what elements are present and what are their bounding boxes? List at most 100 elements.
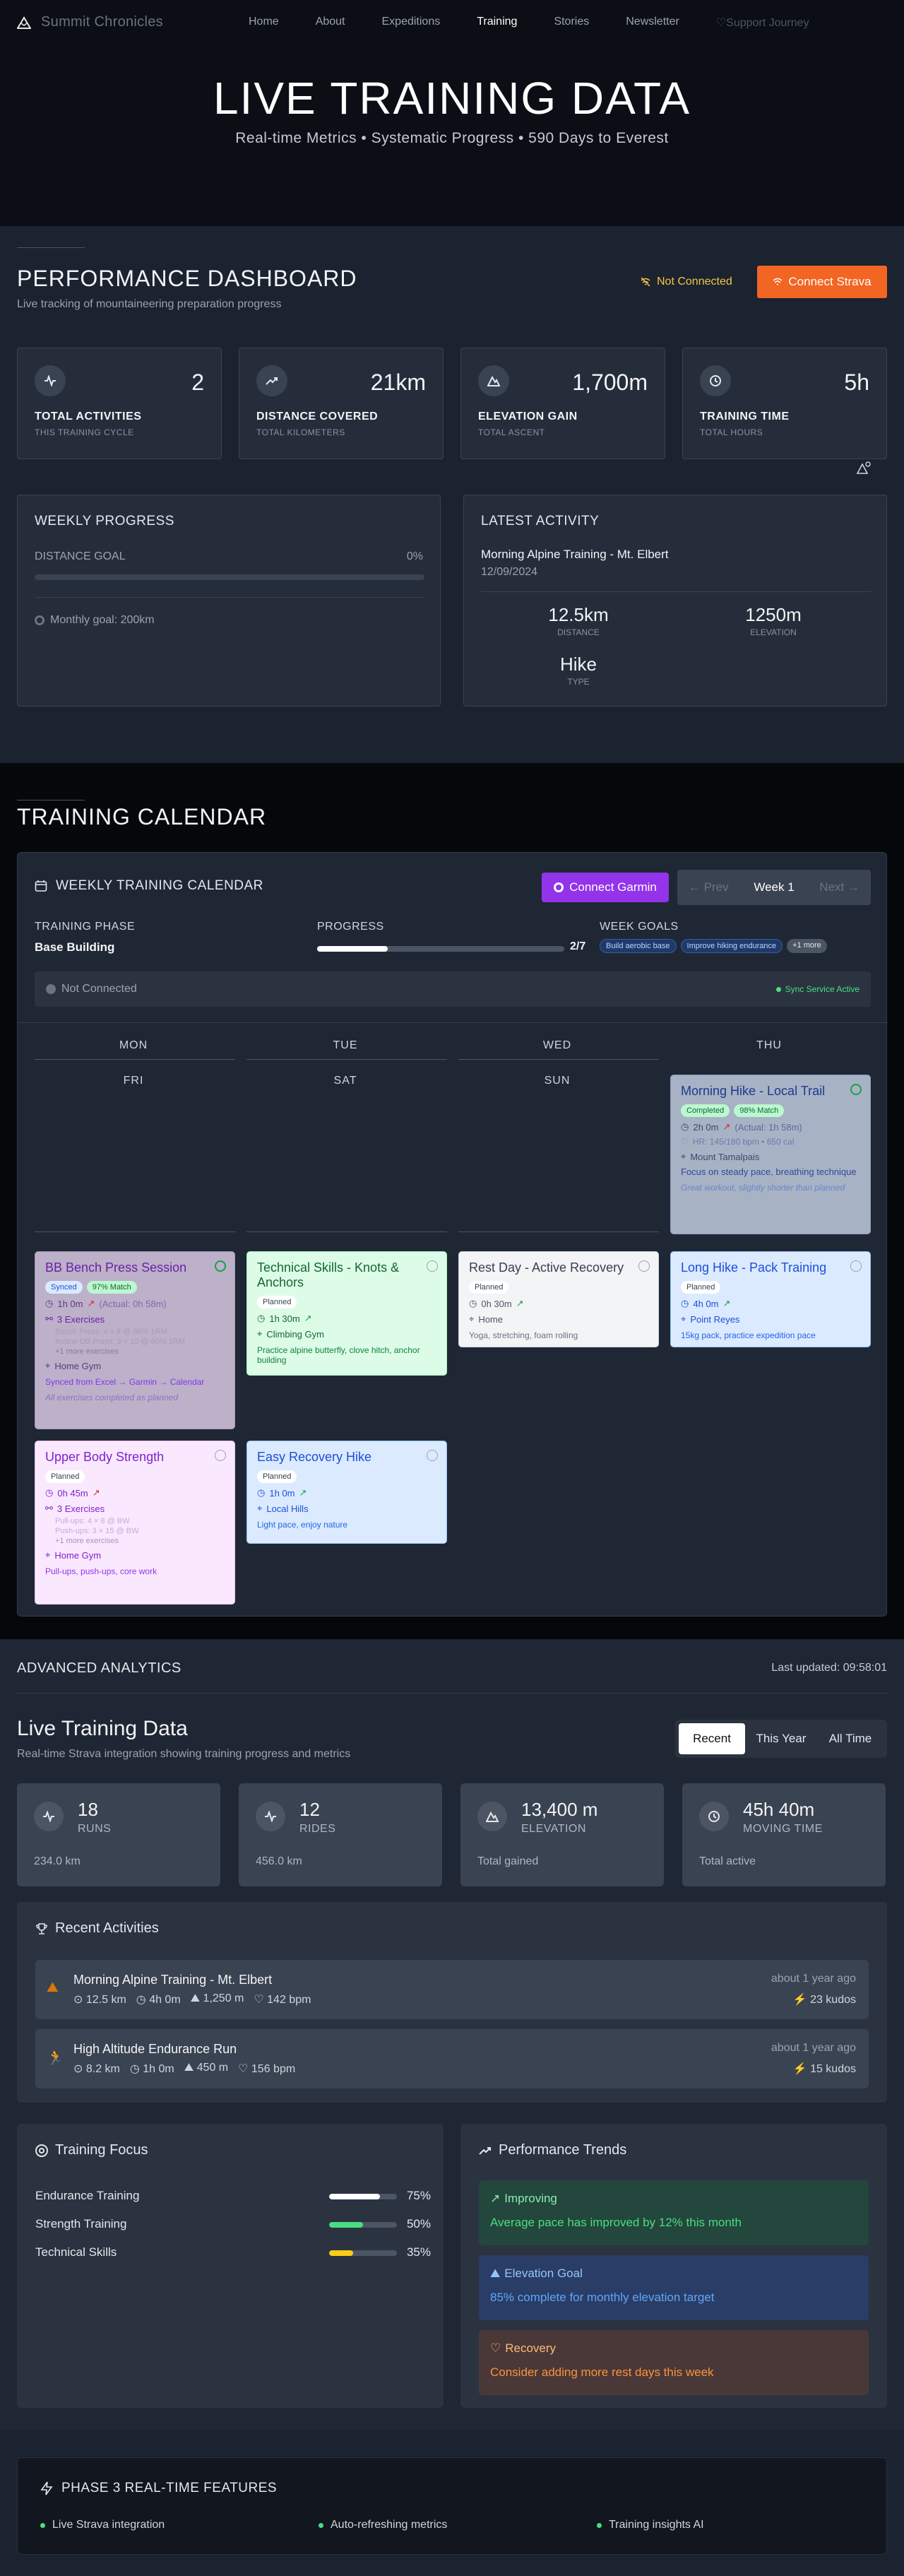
activity-row[interactable]: 🏃 High Altitude Endurance Run ⊙ 8.2 km ◷…	[35, 2029, 869, 2088]
checkbox-icon[interactable]	[427, 1260, 438, 1272]
workout-location: Climbing Gym	[266, 1328, 324, 1340]
performance-dashboard: PERFORMANCE DASHBOARD Live tracking of m…	[0, 226, 904, 763]
prev-week-button[interactable]: ← Prev	[689, 880, 729, 894]
day-thu: THU	[756, 1039, 782, 1051]
workout-title: Easy Recovery Hike	[257, 1450, 372, 1464]
tab-this-year[interactable]: This Year	[748, 1723, 814, 1754]
workout-card[interactable]: Easy Recovery Hike Planned ◷ 1h 0m ↗ ⌖ Loca…	[246, 1441, 447, 1544]
connect-garmin-button[interactable]: Connect Garmin	[542, 873, 669, 902]
workout-title: BB Bench Press Session	[45, 1260, 187, 1275]
monthly-goal-text: Monthly goal: 200km	[50, 614, 155, 626]
activity-heart-rate: ♡ 156 bpm	[238, 2063, 296, 2075]
workout-card[interactable]: Morning Hike - Local Trail Completed 98% …	[670, 1075, 871, 1234]
dumbbell-icon: ⚯	[45, 1313, 53, 1324]
workout-card[interactable]: Long Hike - Pack Training Planned ◷ 4h 0m…	[670, 1251, 871, 1347]
exercise-item: Bench Press: 4 × 8 @ 80% 1RM	[55, 1328, 167, 1336]
trend-desc: 85% complete for monthly elevation targe…	[490, 2291, 715, 2304]
nav-stories[interactable]: Stories	[554, 16, 589, 30]
stat-value: 21km	[370, 370, 426, 395]
more-exercises[interactable]: +1 more exercises	[45, 1347, 225, 1356]
latest-activity-card: LATEST ACTIVITY Morning Alpine Training …	[463, 495, 887, 707]
phase-label: TRAINING PHASE	[35, 921, 136, 933]
tab-recent[interactable]: Recent	[679, 1723, 745, 1754]
stat-label: RUNS	[78, 1823, 112, 1835]
more-exercises[interactable]: +1 more exercises	[45, 1537, 225, 1545]
status-dot-icon	[46, 984, 56, 994]
nav-expeditions[interactable]: Expeditions	[382, 16, 441, 30]
checkbox-icon[interactable]	[215, 1450, 226, 1461]
more-goals-badge[interactable]: +1 more	[787, 939, 827, 953]
day-sat: SAT	[333, 1075, 357, 1087]
trend-icon: ↗	[299, 1487, 307, 1498]
match-badge: 98% Match	[734, 1104, 785, 1117]
stat-card-time: 5h TRAINING TIME TOTAL HOURS	[682, 348, 887, 459]
workout-duration: 0h 30m	[481, 1298, 512, 1309]
stat-value: 1,700m	[572, 370, 648, 395]
workout-card[interactable]: BB Bench Press Session Synced 97% Match ◷…	[35, 1251, 235, 1429]
analytics-subtitle: Real-time Strava integration showing tra…	[17, 1748, 351, 1760]
training-calendar-section: TRAINING CALENDAR WEEKLY TRAINING CALEND…	[0, 763, 904, 1639]
workout-card[interactable]: Technical Skills - Knots & Anchors Plann…	[246, 1251, 447, 1376]
latest-type: Hike	[559, 654, 597, 675]
sync-service-text: Sync Service Active	[785, 984, 860, 994]
mountain-icon	[477, 1802, 507, 1831]
mountain-badge-icon[interactable]	[856, 461, 872, 475]
nav-about[interactable]: About	[316, 16, 345, 30]
wifi-off-icon	[641, 277, 650, 287]
garmin-status: Not Connected	[46, 983, 137, 995]
next-week-button[interactable]: Next →	[819, 880, 860, 894]
nav-support[interactable]: ♡Support Journey	[716, 16, 809, 30]
focus-row: Strength Training 50%	[35, 2217, 431, 2234]
activity-kudos: ⚡ 23 kudos	[792, 1994, 856, 2006]
workout-card[interactable]: Rest Day - Active Recovery Planned ◷ 0h 3…	[458, 1251, 659, 1347]
activity-kudos: ⚡ 15 kudos	[792, 2063, 856, 2075]
analytics-title: Live Training Data	[17, 1717, 188, 1740]
checkbox-icon[interactable]	[427, 1450, 438, 1461]
stat-sublabel: TOTAL ASCENT	[478, 427, 545, 437]
mountain-icon: ⛰	[490, 2267, 501, 2280]
trend-icon: ↗	[722, 1121, 731, 1132]
mountain-icon	[478, 365, 509, 396]
workout-card[interactable]: Upper Body Strength Planned ◷ 0h 45m ↗ ⚯ 3 …	[35, 1441, 235, 1605]
goal-badge: Build aerobic base	[600, 939, 677, 953]
activity-ago: about 1 year ago	[771, 1973, 856, 1985]
checkbox-icon[interactable]	[638, 1260, 650, 1272]
brand[interactable]: Summit Chronicles	[17, 14, 163, 30]
progress-label: PROGRESS	[317, 921, 384, 933]
feature-item: Live Strava integration	[40, 2519, 165, 2531]
nav-training[interactable]: Training	[477, 16, 517, 30]
clock-icon: ◷	[257, 1487, 266, 1498]
heart-icon: ♡	[490, 2341, 501, 2355]
exercise-count: 3 Exercises	[56, 1503, 105, 1514]
stat-value: 18	[78, 1799, 98, 1820]
runner-icon: 🏃	[47, 2050, 64, 2066]
workout-description: Pull-ups, push-ups, core work	[45, 1566, 157, 1576]
match-badge: 97% Match	[86, 1281, 137, 1294]
goal-badge: Improve hiking endurance	[680, 939, 783, 953]
weekly-calendar: WEEKLY TRAINING CALENDAR Connect Garmin …	[17, 852, 888, 1617]
focus-label: Endurance Training	[35, 2189, 140, 2202]
distance-goal-pct: 0%	[406, 550, 423, 562]
nav-home[interactable]: Home	[249, 16, 279, 30]
nav-newsletter[interactable]: Newsletter	[626, 16, 679, 30]
location-icon: ⌖	[257, 1503, 263, 1513]
progress-count: 2/7	[570, 940, 586, 952]
status-badge: Planned	[681, 1281, 721, 1294]
top-nav: Summit Chronicles Home About Expeditions…	[0, 0, 904, 45]
sync-status-bar: Not Connected Sync Service Active	[35, 971, 871, 1007]
phase3-box: PHASE 3 REAL-TIME FEATURES Live Strava i…	[17, 2457, 887, 2555]
workout-note: Great workout, slightly shorter than pla…	[681, 1183, 845, 1193]
stat-foot: 456.0 km	[256, 1855, 302, 1867]
calendar-icon	[35, 880, 47, 892]
feature-text: Live Strava integration	[52, 2519, 165, 2531]
check-icon	[850, 1084, 862, 1095]
stat-card-moving-time: 45h 40m MOVING TIME Total active	[682, 1783, 886, 1886]
divider	[18, 1022, 888, 1023]
tab-all-time[interactable]: All Time	[817, 1723, 884, 1754]
activity-row[interactable]: ⛰ Morning Alpine Training - Mt. Elbert ⊙…	[35, 1960, 869, 2019]
stat-sublabel: TOTAL HOURS	[700, 427, 763, 437]
training-focus-panel: Training Focus	[17, 2124, 444, 2408]
connect-strava-button[interactable]: Connect Strava	[757, 266, 887, 298]
connect-garmin-label: Connect Garmin	[569, 880, 657, 894]
checkbox-icon[interactable]	[850, 1260, 862, 1272]
